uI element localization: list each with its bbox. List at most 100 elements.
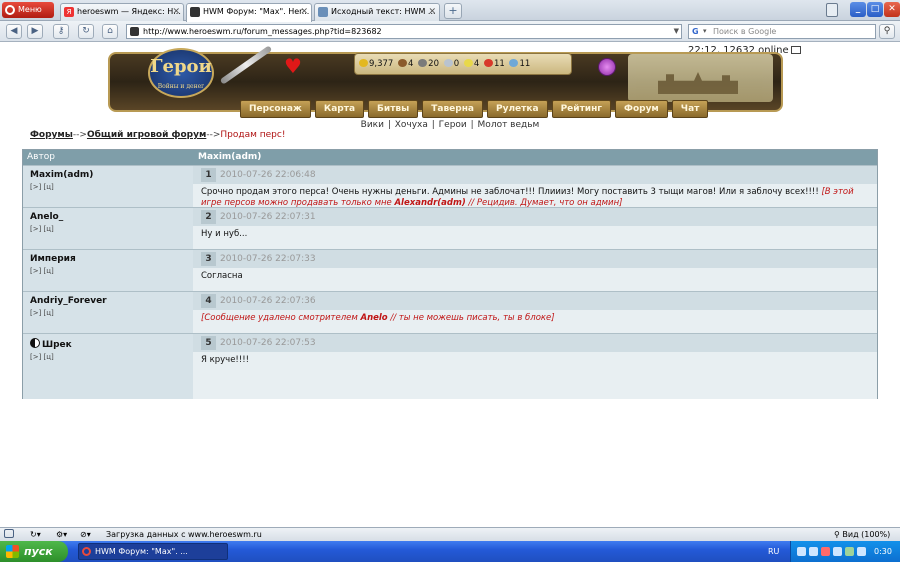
resource-mercury: 0 [443,54,459,74]
heart-icon[interactable]: ♥ [284,56,302,76]
status-text: Загрузка данных с www.heroeswm.ru [106,530,262,539]
author-nick[interactable]: Andriy_Forever [30,296,193,306]
sulfur-icon [463,59,473,67]
tray-icon[interactable] [809,547,818,556]
author-links[interactable]: [>] [ц] [30,225,193,233]
opera-menu-label: Меню [18,5,42,14]
wood-icon [398,59,408,67]
nav-character[interactable]: Персонаж [240,100,311,118]
author-links[interactable]: [>] [ц] [30,183,193,191]
nav-roulette[interactable]: Рулетка [487,100,548,118]
post-meta: 5 2010-07-26 22:07:53 [193,334,877,352]
note-user[interactable]: Anelo [361,313,388,323]
tray-icon[interactable] [833,547,842,556]
potion-icon[interactable] [598,58,616,76]
crystal-icon [483,59,493,67]
ore-icon [418,59,428,67]
clock: 0:30 [874,547,892,556]
mail-icon[interactable] [790,46,801,54]
post-text: [Сообщение удалено смотрителем Anelo // … [201,313,871,324]
author-nick[interactable]: Империя [30,254,193,264]
post-author-cell: Anelo_ [>] [ц] [23,208,193,249]
yandex-favicon-icon: Я [64,7,74,17]
author-links[interactable]: [>] [ц] [30,267,193,275]
sync-icon[interactable]: ↻▾ [30,528,41,541]
breadcrumb-category[interactable]: Общий игровой форум [87,130,206,140]
browser-status-bar: ↻▾ ⚙▾ ⊘▾ Загрузка данных с www.heroeswm.… [0,527,900,541]
forum-post: Империя [>] [ц] 3 2010-07-26 22:07:33 Сог… [23,249,877,291]
zoom-control[interactable]: ⚲ Вид (100%) [834,528,890,541]
author-links[interactable]: [>] [ц] [30,309,193,317]
reload-button[interactable]: ↻ [78,24,94,39]
taskbar-item-opera[interactable]: HWM Форум: "Мах". ... [78,543,228,560]
nav-forum[interactable]: Форум [615,100,668,118]
author-nick[interactable]: Maxim(adm) [30,170,193,180]
tab-title: heroeswm — Яндекс: Н... [77,7,181,16]
nav-battles[interactable]: Битвы [368,100,419,118]
tab-close-icon[interactable]: ✕ [172,4,180,20]
tab-close-icon[interactable]: ✕ [428,4,436,20]
mercury-icon [443,59,453,67]
forum-post: Maxim(adm) [>] [ц] 1 2010-07-26 22:06:48 … [23,165,877,208]
back-button[interactable]: ◀ [6,24,22,39]
opera-menu-button[interactable]: Меню [2,2,54,18]
link-wishlist[interactable]: Хочуха [395,120,428,130]
window-close-button[interactable]: ✕ [884,2,900,17]
network-icon[interactable]: ⚙▾ [56,528,67,541]
post-number[interactable]: 2 [201,210,216,224]
note-text: [Сообщение удалено смотрителем [201,313,361,323]
author-nick-row: Шрек [30,338,193,350]
post-number[interactable]: 5 [201,336,216,350]
language-indicator[interactable]: RU [768,541,779,562]
home-button[interactable]: ⌂ [102,24,118,39]
author-links[interactable]: [>] [ц] [30,353,193,361]
post-meta: 4 2010-07-26 22:07:36 [193,292,877,310]
task-title: HWM Форум: "Мах". ... [95,547,188,556]
window-minimize-button[interactable]: _ [850,2,866,17]
post-number[interactable]: 4 [201,294,216,308]
tray-icon[interactable] [797,547,806,556]
forward-button[interactable]: ▶ [27,24,43,39]
resource-value: 9,377 [369,59,394,69]
tray-icon[interactable] [845,547,854,556]
search-input[interactable]: G ▾ Поиск в Google [688,24,876,39]
search-button[interactable]: ⚲ [879,24,895,39]
new-tab-button[interactable]: + [444,3,462,19]
breadcrumb-forums[interactable]: Форумы [30,130,73,140]
key-icon[interactable]: ⚷ [53,24,69,39]
post-number[interactable]: 1 [201,168,216,182]
panel-toggle-icon[interactable] [4,528,14,541]
post-date: 2010-07-26 22:07:53 [220,338,316,348]
window-maximize-button[interactable]: □ [867,2,883,17]
tray-icon[interactable] [857,547,866,556]
start-button[interactable]: пуск [0,541,68,562]
post-meta: 3 2010-07-26 22:07:33 [193,250,877,268]
tab-yandex[interactable]: Я heroeswm — Яндекс: Н... ✕ [60,3,184,21]
block-icon[interactable]: ⊘▾ [80,528,91,541]
nav-chat[interactable]: Чат [671,100,709,118]
author-nick[interactable]: Шрек [42,340,72,350]
resource-crystal: 11 [483,54,505,74]
tab-source[interactable]: Исходный текст: HWM ... ✕ [314,3,440,21]
post-text: Я круче!!!! [201,355,250,365]
tab-hwm-forum[interactable]: HWM Форум: "Мах". Her... ✕ [186,3,312,22]
nav-map[interactable]: Карта [314,100,365,118]
nav-rating[interactable]: Рейтинг [551,100,612,118]
game-logo[interactable]: Герои Войны и денег [148,48,214,98]
link-witch-hammer[interactable]: Молот ведьм [478,120,540,130]
author-nick[interactable]: Anelo_ [30,212,193,222]
logo-text: Герои [150,56,212,77]
nav-tavern[interactable]: Таверна [422,100,483,118]
chevron-down-icon[interactable]: ▾ [703,25,707,38]
post-number[interactable]: 3 [201,252,216,266]
link-heroes[interactable]: Герои [439,120,467,130]
url-input[interactable]: http://www.heroeswm.ru/forum_messages.ph… [126,24,682,39]
tab-close-icon[interactable]: ✕ [300,4,308,20]
clan-icon[interactable] [30,338,40,348]
tray-icon[interactable] [821,547,830,556]
post-message-cell: 2 2010-07-26 22:07:31 Ну и нуб... [193,208,877,249]
trash-icon[interactable] [826,3,838,17]
link-wiki[interactable]: Вики [361,120,384,130]
chevron-down-icon[interactable]: ▼ [674,25,679,38]
resource-gems: 11 [509,54,530,74]
